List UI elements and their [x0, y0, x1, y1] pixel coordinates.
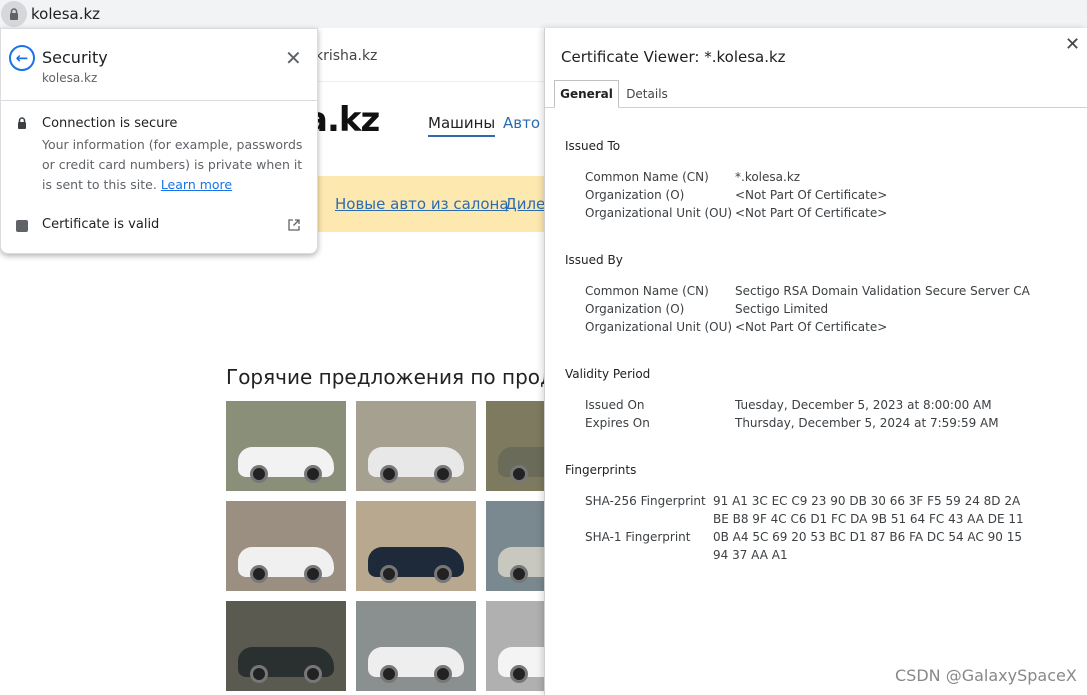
wheel: [510, 565, 528, 583]
car-thumbnail[interactable]: [226, 601, 346, 691]
car-thumbnail[interactable]: [356, 601, 476, 691]
field-label: Organization (O): [585, 188, 685, 202]
field-label: Issued On: [585, 398, 645, 412]
banner-link-new-cars[interactable]: Новые авто из салона: [335, 195, 509, 213]
url-text[interactable]: kolesa.kz: [31, 5, 100, 23]
validity-heading: Validity Period: [565, 367, 651, 381]
certificate-icon: [16, 220, 28, 232]
field-value: Thursday, December 5, 2024 at 7:59:59 AM: [735, 416, 999, 430]
car-thumbnail[interactable]: [356, 401, 476, 491]
nav-cars[interactable]: Машины: [428, 114, 496, 137]
tab-details[interactable]: Details: [621, 80, 673, 108]
close-icon[interactable]: ✕: [285, 46, 302, 70]
wheel: [250, 665, 268, 683]
wheel: [510, 465, 528, 483]
wheel: [304, 665, 322, 683]
viewer-tabs: General Details: [545, 78, 1087, 108]
certificate-valid-item[interactable]: Certificate is valid: [42, 217, 159, 232]
back-button[interactable]: ←: [9, 45, 35, 71]
car-thumbnail[interactable]: [356, 501, 476, 591]
wheel: [304, 565, 322, 583]
connection-title: Connection is secure: [42, 116, 178, 131]
field-label: Common Name (CN): [585, 284, 709, 298]
popup-divider: [1, 100, 319, 101]
wheel: [250, 465, 268, 483]
popup-title: Security: [42, 48, 108, 67]
connection-description: Your information (for example, passwords…: [42, 135, 307, 195]
issued-to-heading: Issued To: [565, 139, 621, 153]
field-value: Sectigo Limited: [735, 302, 829, 316]
sha256-value-line2: BE B8 9F 4C C6 D1 FC DA 9B 51 64 FC 43 A…: [713, 512, 1024, 526]
security-popup: ← Security kolesa.kz ✕ Connection is sec…: [0, 28, 319, 254]
car-thumbnail[interactable]: [226, 501, 346, 591]
popup-domain: kolesa.kz: [42, 71, 98, 85]
learn-more-link[interactable]: Learn more: [161, 177, 232, 192]
close-icon[interactable]: ✕: [1065, 34, 1080, 55]
field-label: Common Name (CN): [585, 170, 709, 184]
field-label: Organization (O): [585, 302, 685, 316]
field-value: Sectigo RSA Domain Validation Secure Ser…: [735, 284, 1030, 298]
certificate-viewer: Certificate Viewer: *.kolesa.kz ✕ Genera…: [544, 28, 1087, 695]
sha256-label: SHA-256 Fingerprint: [585, 494, 706, 508]
sha1-label: SHA-1 Fingerprint: [585, 530, 691, 544]
field-value: *.kolesa.kz: [735, 170, 801, 184]
lock-icon: [18, 117, 26, 129]
wheel: [434, 465, 452, 483]
field-label: Expires On: [585, 416, 650, 430]
field-label: Organizational Unit (OU): [585, 206, 733, 220]
krisha-link[interactable]: krisha.kz: [315, 48, 377, 64]
sha256-value-line1: 91 A1 3C EC C9 23 90 DB 30 66 3F F5 59 2…: [713, 494, 1021, 508]
wheel: [304, 465, 322, 483]
field-value: <Not Part Of Certificate>: [735, 188, 888, 202]
wheel: [380, 665, 398, 683]
field-value: <Not Part Of Certificate>: [735, 206, 888, 220]
arrow-left-icon: ←: [15, 49, 29, 67]
tab-general[interactable]: General: [554, 80, 619, 108]
address-bar: kolesa.kz: [0, 0, 1087, 28]
sha1-value-line1: 0B A4 5C 69 20 53 BC D1 87 B6 FA DC 54 A…: [713, 530, 1022, 544]
lock-icon: [10, 8, 18, 20]
watermark: CSDN @GalaxySpaceX: [895, 666, 1077, 685]
field-value: <Not Part Of Certificate>: [735, 320, 888, 334]
site-info-button[interactable]: [1, 1, 27, 27]
wheel: [434, 565, 452, 583]
wheel: [380, 465, 398, 483]
field-label: Organizational Unit (OU): [585, 320, 733, 334]
issued-by-heading: Issued By: [565, 253, 623, 267]
wheel: [250, 565, 268, 583]
external-link-icon[interactable]: [288, 219, 300, 231]
browser-window: kolesa.kz krisha.kz a.kz Машины Авто с Н…: [0, 0, 1087, 695]
car-thumbnail[interactable]: [226, 401, 346, 491]
field-value: Tuesday, December 5, 2023 at 8:00:00 AM: [735, 398, 992, 412]
sha1-value-line2: 94 37 AA A1: [713, 548, 788, 562]
wheel: [434, 665, 452, 683]
viewer-title: Certificate Viewer: *.kolesa.kz: [561, 48, 786, 66]
wheel: [380, 565, 398, 583]
hot-offers-title: Горячие предложения по продаж: [226, 365, 585, 389]
wheel: [510, 665, 528, 683]
fingerprints-heading: Fingerprints: [565, 463, 637, 477]
